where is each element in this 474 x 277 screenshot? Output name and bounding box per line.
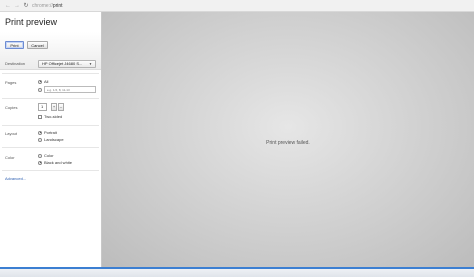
- print-preview-area: Print preview failed.: [102, 12, 474, 267]
- checkbox-icon[interactable]: [38, 114, 42, 119]
- page-title: Print preview: [5, 17, 58, 27]
- destination-select[interactable]: HP Officejet J4680 S... ▼: [38, 60, 96, 68]
- divider: [2, 147, 99, 148]
- print-settings-sidebar: Print preview Print Cancel Destination H…: [0, 12, 102, 277]
- radio-icon[interactable]: [38, 87, 42, 92]
- copies-input[interactable]: 1: [38, 103, 47, 111]
- portrait-option[interactable]: Portrait: [38, 130, 57, 136]
- black-and-white-label: Black and white: [44, 160, 73, 165]
- browser-toolbar: ← → ↻ chrome://print: [0, 0, 474, 12]
- forward-arrow-icon[interactable]: →: [13, 2, 21, 10]
- copies-increment-button[interactable]: +: [51, 103, 57, 111]
- portrait-label: Portrait: [44, 130, 57, 135]
- address-bar[interactable]: chrome://print: [32, 2, 92, 10]
- two-sided-option[interactable]: Two-sided: [38, 114, 62, 120]
- url-scheme: chrome://: [32, 3, 53, 9]
- copies-decrement-button[interactable]: –: [58, 103, 64, 111]
- pages-all-label: All: [44, 79, 49, 84]
- cancel-button[interactable]: Cancel: [27, 41, 48, 49]
- destination-label: Destination: [5, 61, 26, 66]
- color-option-label: Color: [44, 153, 54, 158]
- back-arrow-icon[interactable]: ←: [4, 2, 12, 10]
- divider: [2, 73, 99, 74]
- destination-value: HP Officejet J4680 S...: [42, 61, 83, 66]
- radio-selected-icon[interactable]: [38, 160, 42, 165]
- reload-icon[interactable]: ↻: [22, 2, 30, 10]
- radio-selected-icon[interactable]: [38, 79, 42, 84]
- advanced-link[interactable]: Advanced...: [5, 176, 26, 181]
- pages-label: Pages: [5, 80, 17, 85]
- pages-range-input[interactable]: [44, 86, 96, 93]
- copies-label: Copies: [5, 105, 18, 110]
- black-and-white-option[interactable]: Black and white: [38, 160, 72, 166]
- dropdown-arrow-icon: ▼: [89, 62, 92, 66]
- preview-failed-message: Print preview failed.: [266, 140, 310, 146]
- color-option[interactable]: Color: [38, 153, 54, 159]
- color-label: Color: [5, 155, 15, 160]
- two-sided-label: Two-sided: [44, 114, 63, 119]
- radio-icon[interactable]: [38, 137, 42, 142]
- url-host: print: [52, 3, 63, 9]
- divider: [2, 170, 99, 171]
- landscape-option[interactable]: Landscape: [38, 137, 64, 143]
- radio-selected-icon[interactable]: [38, 130, 42, 135]
- divider: [2, 125, 99, 126]
- print-button[interactable]: Print: [5, 41, 24, 49]
- landscape-label: Landscape: [44, 137, 64, 142]
- divider: [2, 98, 99, 99]
- taskbar: [0, 267, 474, 277]
- layout-label: Layout: [5, 131, 18, 136]
- radio-icon[interactable]: [38, 153, 42, 158]
- pages-all-option[interactable]: All: [38, 79, 48, 85]
